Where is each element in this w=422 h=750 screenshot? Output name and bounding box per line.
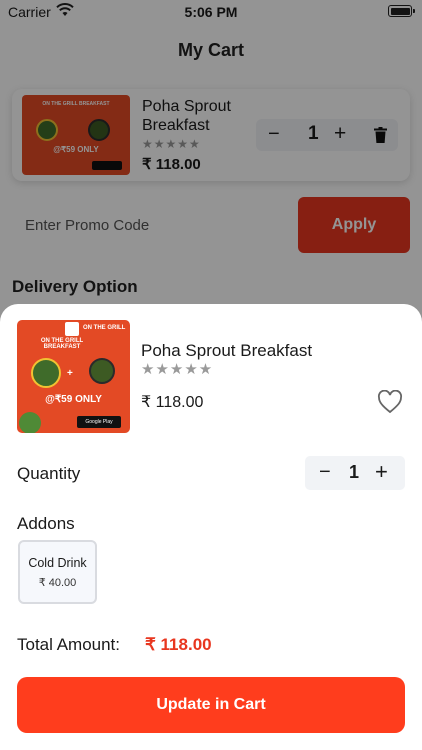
item-rating: ★★★★★ (141, 361, 214, 378)
total-amount-value: ₹ 118.00 (145, 635, 212, 654)
quantity-label: Quantity (17, 464, 81, 483)
google-play-badge: Google Play (77, 416, 121, 428)
heart-icon[interactable] (377, 390, 403, 414)
item-image: ON THE GRILL ON THE GRILL BREAKFAST + @₹… (17, 320, 130, 433)
total-amount-label: Total Amount: (17, 635, 121, 654)
item-name: Poha Sprout Breakfast (141, 341, 313, 360)
item-bottom-sheet: ON THE GRILL ON THE GRILL BREAKFAST + @₹… (0, 304, 422, 750)
addon-name: Cold Drink (28, 556, 87, 570)
update-in-cart-button[interactable]: Update in Cart (17, 677, 405, 733)
banner-headline: ON THE GRILL BREAKFAST (40, 338, 84, 350)
decrement-button[interactable]: − (319, 461, 331, 484)
addon-card[interactable]: Cold Drink ₹ 40.00 (18, 540, 97, 604)
quantity-stepper: − 1 + (305, 456, 405, 490)
quantity-value: 1 (349, 462, 360, 482)
item-price: ₹ 118.00 (141, 394, 204, 411)
addon-price: ₹ 40.00 (38, 577, 77, 589)
banner-offer: @₹59 ONLY (45, 394, 102, 405)
banner-brand: ON THE GRILL (83, 325, 126, 331)
increment-button[interactable]: + (375, 459, 388, 485)
addons-label: Addons (17, 514, 75, 533)
